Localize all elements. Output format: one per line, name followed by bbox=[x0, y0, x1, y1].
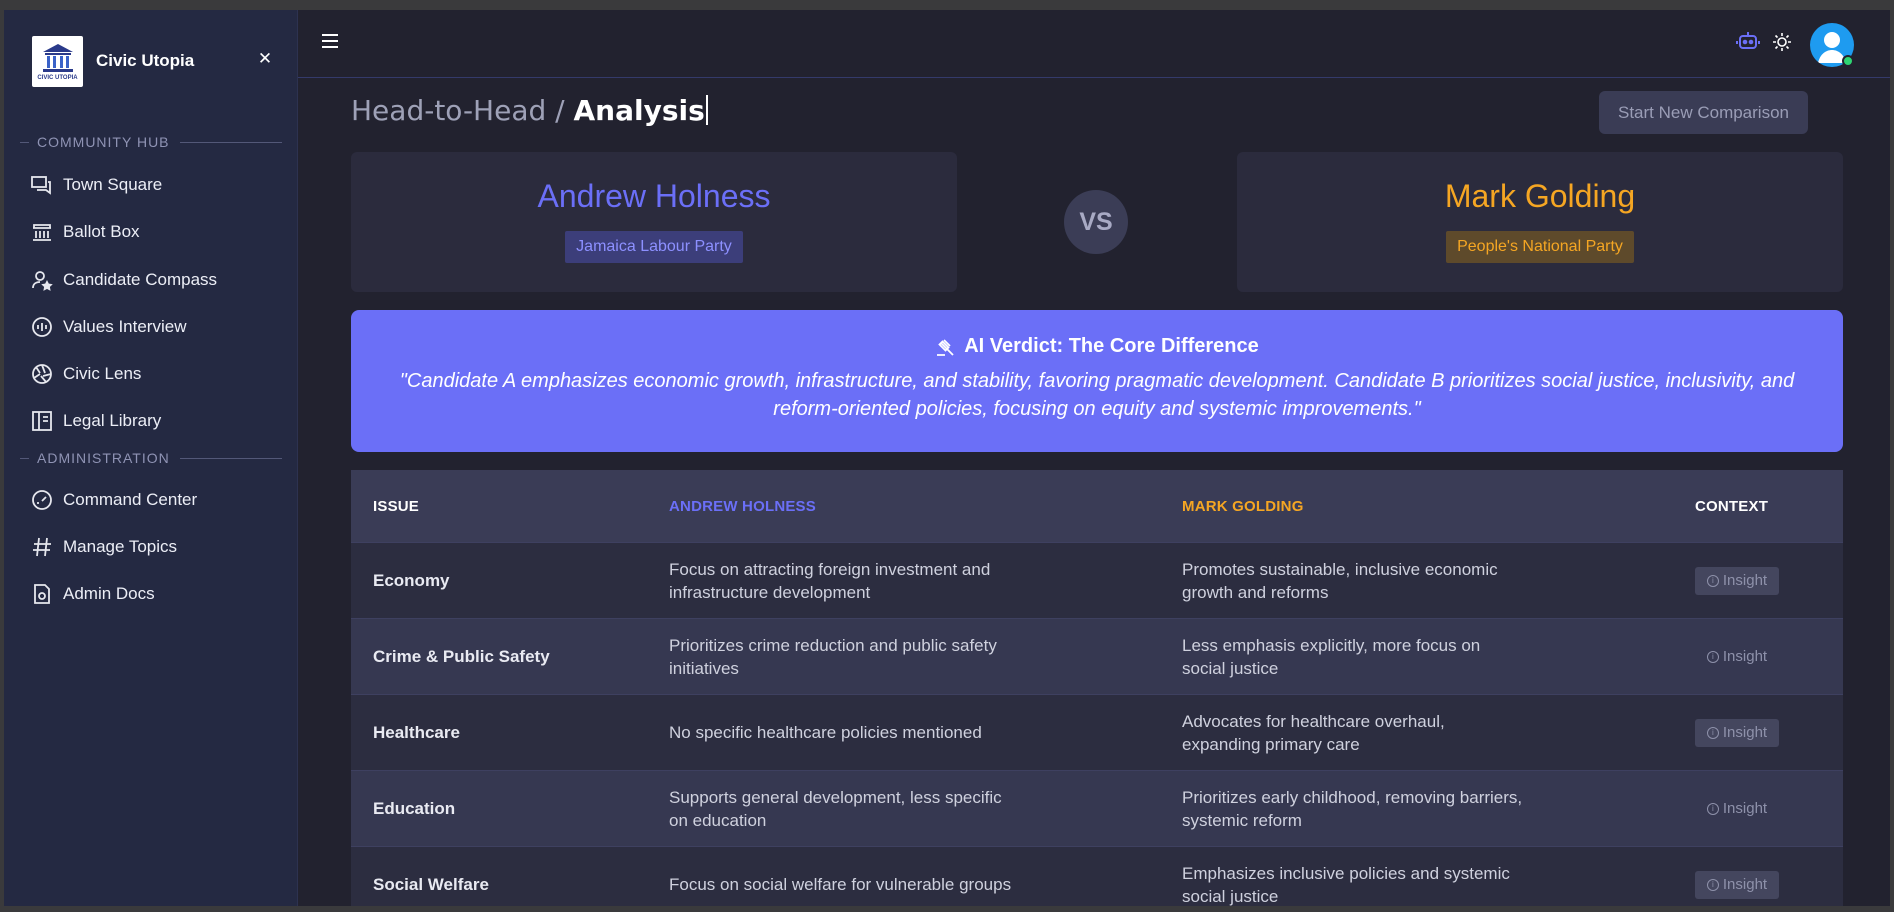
insight-button[interactable]: i Insight bbox=[1695, 718, 1779, 747]
breadcrumb-parent[interactable]: Head-to-Head / bbox=[351, 94, 574, 127]
capitol-icon bbox=[42, 43, 73, 72]
row-candidate-a-position: Focus on attracting foreign investment a… bbox=[669, 559, 991, 602]
nav-candidate-compass[interactable]: Candidate Compass bbox=[30, 264, 280, 296]
row-candidate-a-position: No specific healthcare policies mentione… bbox=[669, 723, 982, 742]
app-logo: CIVIC UTOPIA bbox=[32, 35, 83, 87]
close-icon: ✕ bbox=[257, 49, 273, 68]
book-layout-icon bbox=[32, 411, 52, 431]
verdict-title: AI Verdict: The Core Difference bbox=[351, 335, 1843, 358]
breadcrumb: Head-to-Head / Analysis bbox=[351, 94, 708, 127]
candidate-card-b: Mark Golding People's National Party bbox=[1237, 152, 1843, 292]
section-label-community-hub: COMMUNITY HUB bbox=[20, 134, 282, 150]
row-issue: Social Welfare bbox=[373, 874, 489, 894]
table-row: Social Welfare Focus on social welfare f… bbox=[351, 846, 1843, 906]
info-icon: i bbox=[1706, 802, 1719, 815]
table-row: Crime & Public Safety Prioritizes crime … bbox=[351, 618, 1843, 694]
top-bar bbox=[298, 10, 1890, 78]
bank-icon bbox=[33, 224, 51, 241]
online-status-dot bbox=[1842, 55, 1854, 67]
insight-button[interactable]: i Insight bbox=[1695, 643, 1779, 671]
row-candidate-b-position: Promotes sustainable, inclusive economic… bbox=[1182, 559, 1498, 602]
logo-text: CIVIC UTOPIA bbox=[37, 74, 78, 81]
nav-civic-lens[interactable]: Civic Lens bbox=[30, 358, 280, 390]
table-row: Education Supports general development, … bbox=[351, 770, 1843, 846]
app-name: Civic Utopia bbox=[96, 51, 195, 70]
row-candidate-b-position: Prioritizes early childhood, removing ba… bbox=[1182, 787, 1523, 830]
theme-toggle-button[interactable] bbox=[1772, 32, 1792, 52]
candidate-a-name: Andrew Holness bbox=[537, 178, 771, 214]
info-icon: i bbox=[1706, 878, 1719, 891]
row-issue: Economy bbox=[373, 570, 450, 590]
chat-bubbles-icon bbox=[31, 176, 51, 195]
insight-button[interactable]: i Insight bbox=[1695, 566, 1779, 595]
section-label-administration: ADMINISTRATION bbox=[20, 450, 282, 466]
brand: CIVIC UTOPIA Civic Utopia ✕ bbox=[32, 35, 282, 87]
table-header: ISSUE ANDREW HOLNESS MARK GOLDING CONTEX… bbox=[351, 470, 1843, 542]
gauge-icon bbox=[32, 490, 52, 510]
nav-values-interview[interactable]: Values Interview bbox=[30, 311, 280, 343]
row-candidate-a-position: Prioritizes crime reduction and public s… bbox=[669, 635, 997, 678]
hashtag-icon bbox=[33, 537, 51, 557]
user-star-icon bbox=[32, 271, 53, 291]
app-window: CIVIC UTOPIA Civic Utopia ✕ COMMUNITY HU… bbox=[4, 10, 1890, 906]
nav-manage-topics[interactable]: Manage Topics bbox=[30, 531, 280, 563]
menu-toggle-button[interactable] bbox=[322, 34, 338, 50]
robot-icon bbox=[1736, 32, 1760, 49]
document-gear-icon bbox=[34, 584, 50, 604]
header-issue: ISSUE bbox=[373, 497, 420, 515]
audio-waves-icon bbox=[32, 317, 52, 337]
close-sidebar-button[interactable]: ✕ bbox=[254, 48, 276, 70]
candidate-b-name: Mark Golding bbox=[1444, 178, 1636, 214]
header-candidate-b: MARK GOLDING bbox=[1182, 497, 1304, 515]
nav-admin-docs[interactable]: Admin Docs bbox=[30, 578, 280, 610]
header-context: CONTEXT bbox=[1695, 497, 1769, 515]
comparison-table: ISSUE ANDREW HOLNESS MARK GOLDING CONTEX… bbox=[351, 470, 1843, 906]
aperture-icon bbox=[32, 364, 52, 384]
row-candidate-a-position: Supports general development, less speci… bbox=[669, 787, 1002, 830]
nav-legal-library[interactable]: Legal Library bbox=[30, 405, 280, 437]
row-issue: Crime & Public Safety bbox=[373, 646, 550, 666]
info-icon: i bbox=[1706, 650, 1719, 663]
candidate-b-party-badge: People's National Party bbox=[1446, 231, 1634, 263]
candidate-card-a: Andrew Holness Jamaica Labour Party bbox=[351, 152, 957, 292]
nav-ballot-box[interactable]: Ballot Box bbox=[30, 216, 280, 248]
info-icon: i bbox=[1706, 574, 1719, 587]
row-candidate-b-position: Advocates for healthcare overhaul, expan… bbox=[1182, 711, 1445, 754]
header-candidate-a: ANDREW HOLNESS bbox=[669, 497, 816, 515]
sun-icon bbox=[1773, 33, 1791, 51]
row-candidate-a-position: Focus on social welfare for vulnerable g… bbox=[669, 875, 1012, 894]
ai-assistant-button[interactable] bbox=[1735, 28, 1761, 54]
info-icon: i bbox=[1706, 726, 1719, 739]
nav-command-center[interactable]: Command Center bbox=[30, 484, 280, 516]
row-candidate-b-position: Emphasizes inclusive policies and system… bbox=[1182, 863, 1510, 906]
nav-town-square[interactable]: Town Square bbox=[30, 169, 280, 201]
candidate-a-party-badge: Jamaica Labour Party bbox=[565, 231, 743, 263]
row-issue: Education bbox=[373, 798, 456, 818]
table-row: Economy Focus on attracting foreign inve… bbox=[351, 542, 1843, 618]
start-new-comparison-button[interactable]: Start New Comparison bbox=[1599, 91, 1808, 134]
sidebar: CIVIC UTOPIA Civic Utopia ✕ COMMUNITY HU… bbox=[4, 10, 298, 906]
gavel-icon bbox=[937, 338, 954, 356]
row-issue: Healthcare bbox=[373, 722, 460, 742]
table-row: Healthcare No specific healthcare polici… bbox=[351, 694, 1843, 770]
insight-button[interactable]: i Insight bbox=[1695, 795, 1779, 823]
page-title: Analysis bbox=[573, 94, 705, 127]
hamburger-icon bbox=[322, 34, 338, 48]
vs-badge: VS bbox=[1064, 190, 1128, 254]
row-candidate-b-position: Less emphasis explicitly, more focus on … bbox=[1182, 635, 1481, 678]
ai-verdict-panel: AI Verdict: The Core Difference "Candida… bbox=[351, 310, 1843, 452]
insight-button[interactable]: i Insight bbox=[1695, 870, 1779, 899]
verdict-text: "Candidate A emphasizes economic growth,… bbox=[399, 370, 1795, 420]
